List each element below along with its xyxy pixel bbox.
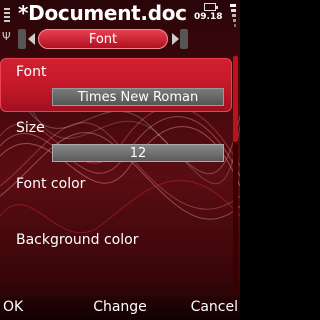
setting-background-color-label: Background color xyxy=(16,232,139,248)
tab-font[interactable]: Font xyxy=(38,29,168,49)
cancel-softkey[interactable]: Cancel xyxy=(191,299,238,315)
document-title: *Document.doc xyxy=(18,1,187,25)
tab-endcap-right xyxy=(180,29,188,49)
scrollbar[interactable] xyxy=(233,56,238,294)
arrow-right-icon[interactable] xyxy=(172,33,179,45)
arrow-left-icon[interactable] xyxy=(28,33,35,45)
setting-size-label: Size xyxy=(16,120,45,136)
setting-font-color[interactable]: Font color xyxy=(0,176,232,206)
tab-selector[interactable]: Font xyxy=(4,28,236,50)
battery-level-icon xyxy=(230,4,236,27)
setting-background-color[interactable]: Background color xyxy=(0,232,232,262)
setting-font[interactable]: Font Times New Roman xyxy=(0,58,232,114)
scroll-thumb[interactable] xyxy=(233,56,238,142)
tab-label: Font xyxy=(88,32,118,47)
setting-size[interactable]: Size 12 xyxy=(0,118,232,166)
setting-size-value[interactable]: 12 xyxy=(52,144,224,162)
tab-endcap-left xyxy=(18,29,26,49)
setting-font-color-label: Font color xyxy=(16,176,86,192)
clock: 09.18 xyxy=(194,12,223,22)
title-bar: *Document.doc 09.18 xyxy=(0,0,240,28)
signal-icon xyxy=(4,8,10,22)
setting-font-label: Font xyxy=(16,64,47,80)
softkey-bar: OK Change Cancel xyxy=(0,296,240,320)
screen: *Document.doc 09.18 Ψ Font Font Times Ne… xyxy=(0,0,240,320)
setting-font-value[interactable]: Times New Roman xyxy=(52,88,224,106)
battery-icon xyxy=(204,3,218,11)
